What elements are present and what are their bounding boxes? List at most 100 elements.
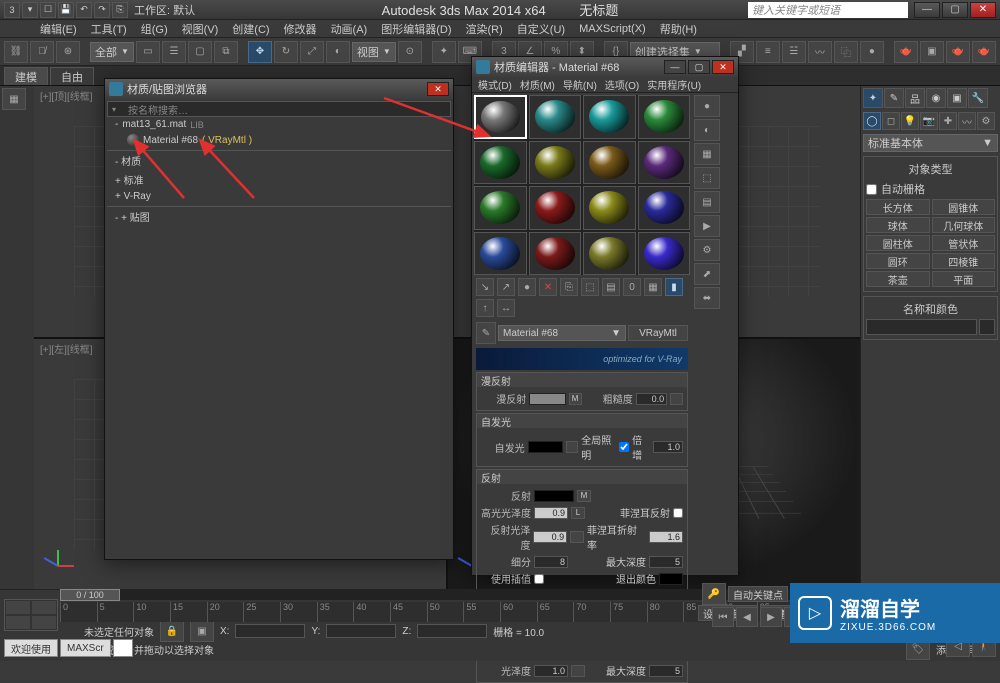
tree-standard[interactable]: + 标准 <box>107 170 451 189</box>
cameras-icon[interactable]: 📷 <box>920 112 938 130</box>
new-icon[interactable]: ▾ <box>22 2 38 18</box>
autogrid-check[interactable]: 自动栅格 <box>866 181 995 197</box>
background-icon[interactable]: ▦ <box>694 143 720 165</box>
material-id-icon[interactable]: 0 <box>623 278 641 296</box>
listener-input[interactable] <box>113 639 133 657</box>
spacewarps-icon[interactable]: 〰 <box>958 112 976 130</box>
helpers-icon[interactable]: ✚ <box>939 112 957 130</box>
material-slot[interactable] <box>638 232 691 276</box>
open-icon[interactable]: ☐ <box>40 2 56 18</box>
put-to-scene-icon[interactable]: ↗ <box>497 278 515 296</box>
object-color-swatch[interactable] <box>979 319 995 335</box>
curve-editor-icon[interactable]: 〰 <box>808 41 832 63</box>
rgloss-spinner[interactable]: 0.9 <box>533 531 567 543</box>
workspace-label[interactable]: 工作区: 默认 <box>134 2 195 18</box>
key-mode-icon[interactable]: 🔑 <box>702 583 726 605</box>
material-slot[interactable] <box>474 95 527 139</box>
link-icon[interactable]: ⎘ <box>112 2 128 18</box>
mateditor-close-button[interactable]: ✕ <box>712 60 734 74</box>
material-slot[interactable] <box>638 186 691 230</box>
browser-titlebar[interactable]: 材质/贴图浏览器 ✕ <box>105 79 453 99</box>
material-slot[interactable] <box>529 141 582 185</box>
select-name-icon[interactable]: ☰ <box>162 41 186 63</box>
mateditor-titlebar[interactable]: 材质编辑器 - Material #68 — ▢ ✕ <box>472 57 738 77</box>
menu-help[interactable]: 帮助(H) <box>660 20 697 37</box>
layers-icon[interactable]: ☱ <box>782 41 806 63</box>
systems-icon[interactable]: ⚙ <box>977 112 995 130</box>
create-tab-icon[interactable]: ✦ <box>863 88 883 108</box>
window-crossing-icon[interactable]: ⧉ <box>214 41 238 63</box>
eyedropper-icon[interactable]: ✎ <box>476 322 496 344</box>
reflect-map-button[interactable]: M <box>577 490 591 502</box>
prim-plane[interactable]: 平面 <box>932 271 996 287</box>
autogrid-checkbox[interactable] <box>866 184 877 195</box>
prim-pyramid[interactable]: 四棱锥 <box>932 253 996 269</box>
material-editor-icon[interactable]: ● <box>860 41 884 63</box>
shapes-icon[interactable]: ◻ <box>882 112 900 130</box>
prim-teapot[interactable]: 茶壶 <box>866 271 930 287</box>
show-end-icon[interactable]: ▮ <box>665 278 683 296</box>
tree-sec-material[interactable]: 材质 <box>107 150 451 170</box>
selfillum-swatch[interactable] <box>528 441 563 453</box>
mult-spinner[interactable]: 1.0 <box>653 441 683 453</box>
prim-geosphere[interactable]: 几何球体 <box>932 217 996 233</box>
sub-spinner[interactable]: 8 <box>534 556 568 568</box>
put-library-icon[interactable]: ▤ <box>602 278 620 296</box>
video-check-icon[interactable]: ▤ <box>694 191 720 213</box>
display-tab-icon[interactable]: ▣ <box>947 88 967 108</box>
tree-material-item[interactable]: Material #68 ( VRayMtl ) <box>107 132 451 148</box>
fresnel-checkbox[interactable] <box>673 508 683 518</box>
mateditor-min-button[interactable]: — <box>664 60 686 74</box>
material-slot[interactable] <box>474 232 527 276</box>
material-slot[interactable] <box>583 141 636 185</box>
make-copy-icon[interactable]: ⎘ <box>560 278 578 296</box>
render-icon[interactable]: 🫖 <box>972 41 996 63</box>
help-search-input[interactable]: 键入关键字或短语 <box>748 2 908 18</box>
menu-maxscript[interactable]: MAXScript(X) <box>579 20 646 37</box>
maximize-button[interactable]: ▢ <box>942 2 968 18</box>
select-icon[interactable]: ▭ <box>136 41 160 63</box>
tab-modeling[interactable]: 建模 <box>4 67 48 85</box>
play-icon[interactable]: ▶ <box>760 607 782 627</box>
diffuse-map-button[interactable]: M <box>569 393 582 405</box>
material-slot[interactable] <box>474 186 527 230</box>
menu-grapheditors[interactable]: 图形编辑器(D) <box>381 20 451 37</box>
link-tool-icon[interactable]: ⛓ <box>4 41 28 63</box>
mat-map-nav-icon[interactable]: ⬌ <box>694 287 720 309</box>
rollout-header[interactable]: 名称和颜色 <box>866 299 995 319</box>
app-icon[interactable]: 3 <box>4 2 20 18</box>
get-material-icon[interactable]: ↘ <box>476 278 494 296</box>
material-slot[interactable] <box>638 95 691 139</box>
material-slot[interactable] <box>583 232 636 276</box>
prim-sphere[interactable]: 球体 <box>866 217 930 233</box>
selection-filter-combo[interactable]: 全部▼ <box>90 42 134 62</box>
maxscript-button[interactable]: MAXScr <box>60 639 111 657</box>
browser-search-input[interactable]: 按名称搜索… <box>107 101 451 117</box>
redo-icon[interactable]: ↷ <box>94 2 110 18</box>
maxd-spinner[interactable]: 5 <box>649 556 683 568</box>
mateditor-max-button[interactable]: ▢ <box>688 60 710 74</box>
browser-close-button[interactable]: ✕ <box>427 82 449 96</box>
render-prod-icon[interactable]: 🫖 <box>946 41 970 63</box>
placement-tool-icon[interactable]: ◐ <box>326 41 350 63</box>
roughness-spinner[interactable]: 0.0 <box>636 393 667 405</box>
move-tool-icon[interactable]: ✥ <box>248 41 272 63</box>
close-button[interactable]: ✕ <box>970 2 996 18</box>
rollout-header[interactable]: 自发光 <box>477 414 687 428</box>
ref-coord-combo[interactable]: 视图▼ <box>352 42 396 62</box>
me-menu-modes[interactable]: 模式(D) <box>478 77 512 92</box>
reset-icon[interactable]: ✕ <box>539 278 557 296</box>
geometry-icon[interactable]: ◯ <box>863 112 881 130</box>
tree-matfile[interactable]: -mat13_61.matLIB <box>107 117 451 132</box>
rotate-tool-icon[interactable]: ↻ <box>274 41 298 63</box>
selfillum-map-button[interactable] <box>566 441 578 453</box>
me-menu-material[interactable]: 材质(M) <box>520 77 555 92</box>
material-slot[interactable] <box>474 141 527 185</box>
prim-box[interactable]: 长方体 <box>866 199 930 215</box>
sample-uv-icon[interactable]: ⬚ <box>694 167 720 189</box>
lt-icon[interactable]: ▦ <box>2 88 26 110</box>
save-icon[interactable]: 💾 <box>58 2 74 18</box>
options-icon[interactable]: ⚙ <box>694 239 720 261</box>
go-parent-icon[interactable]: ↑ <box>476 299 494 317</box>
prev-frame-icon[interactable]: ◀ <box>736 607 758 627</box>
